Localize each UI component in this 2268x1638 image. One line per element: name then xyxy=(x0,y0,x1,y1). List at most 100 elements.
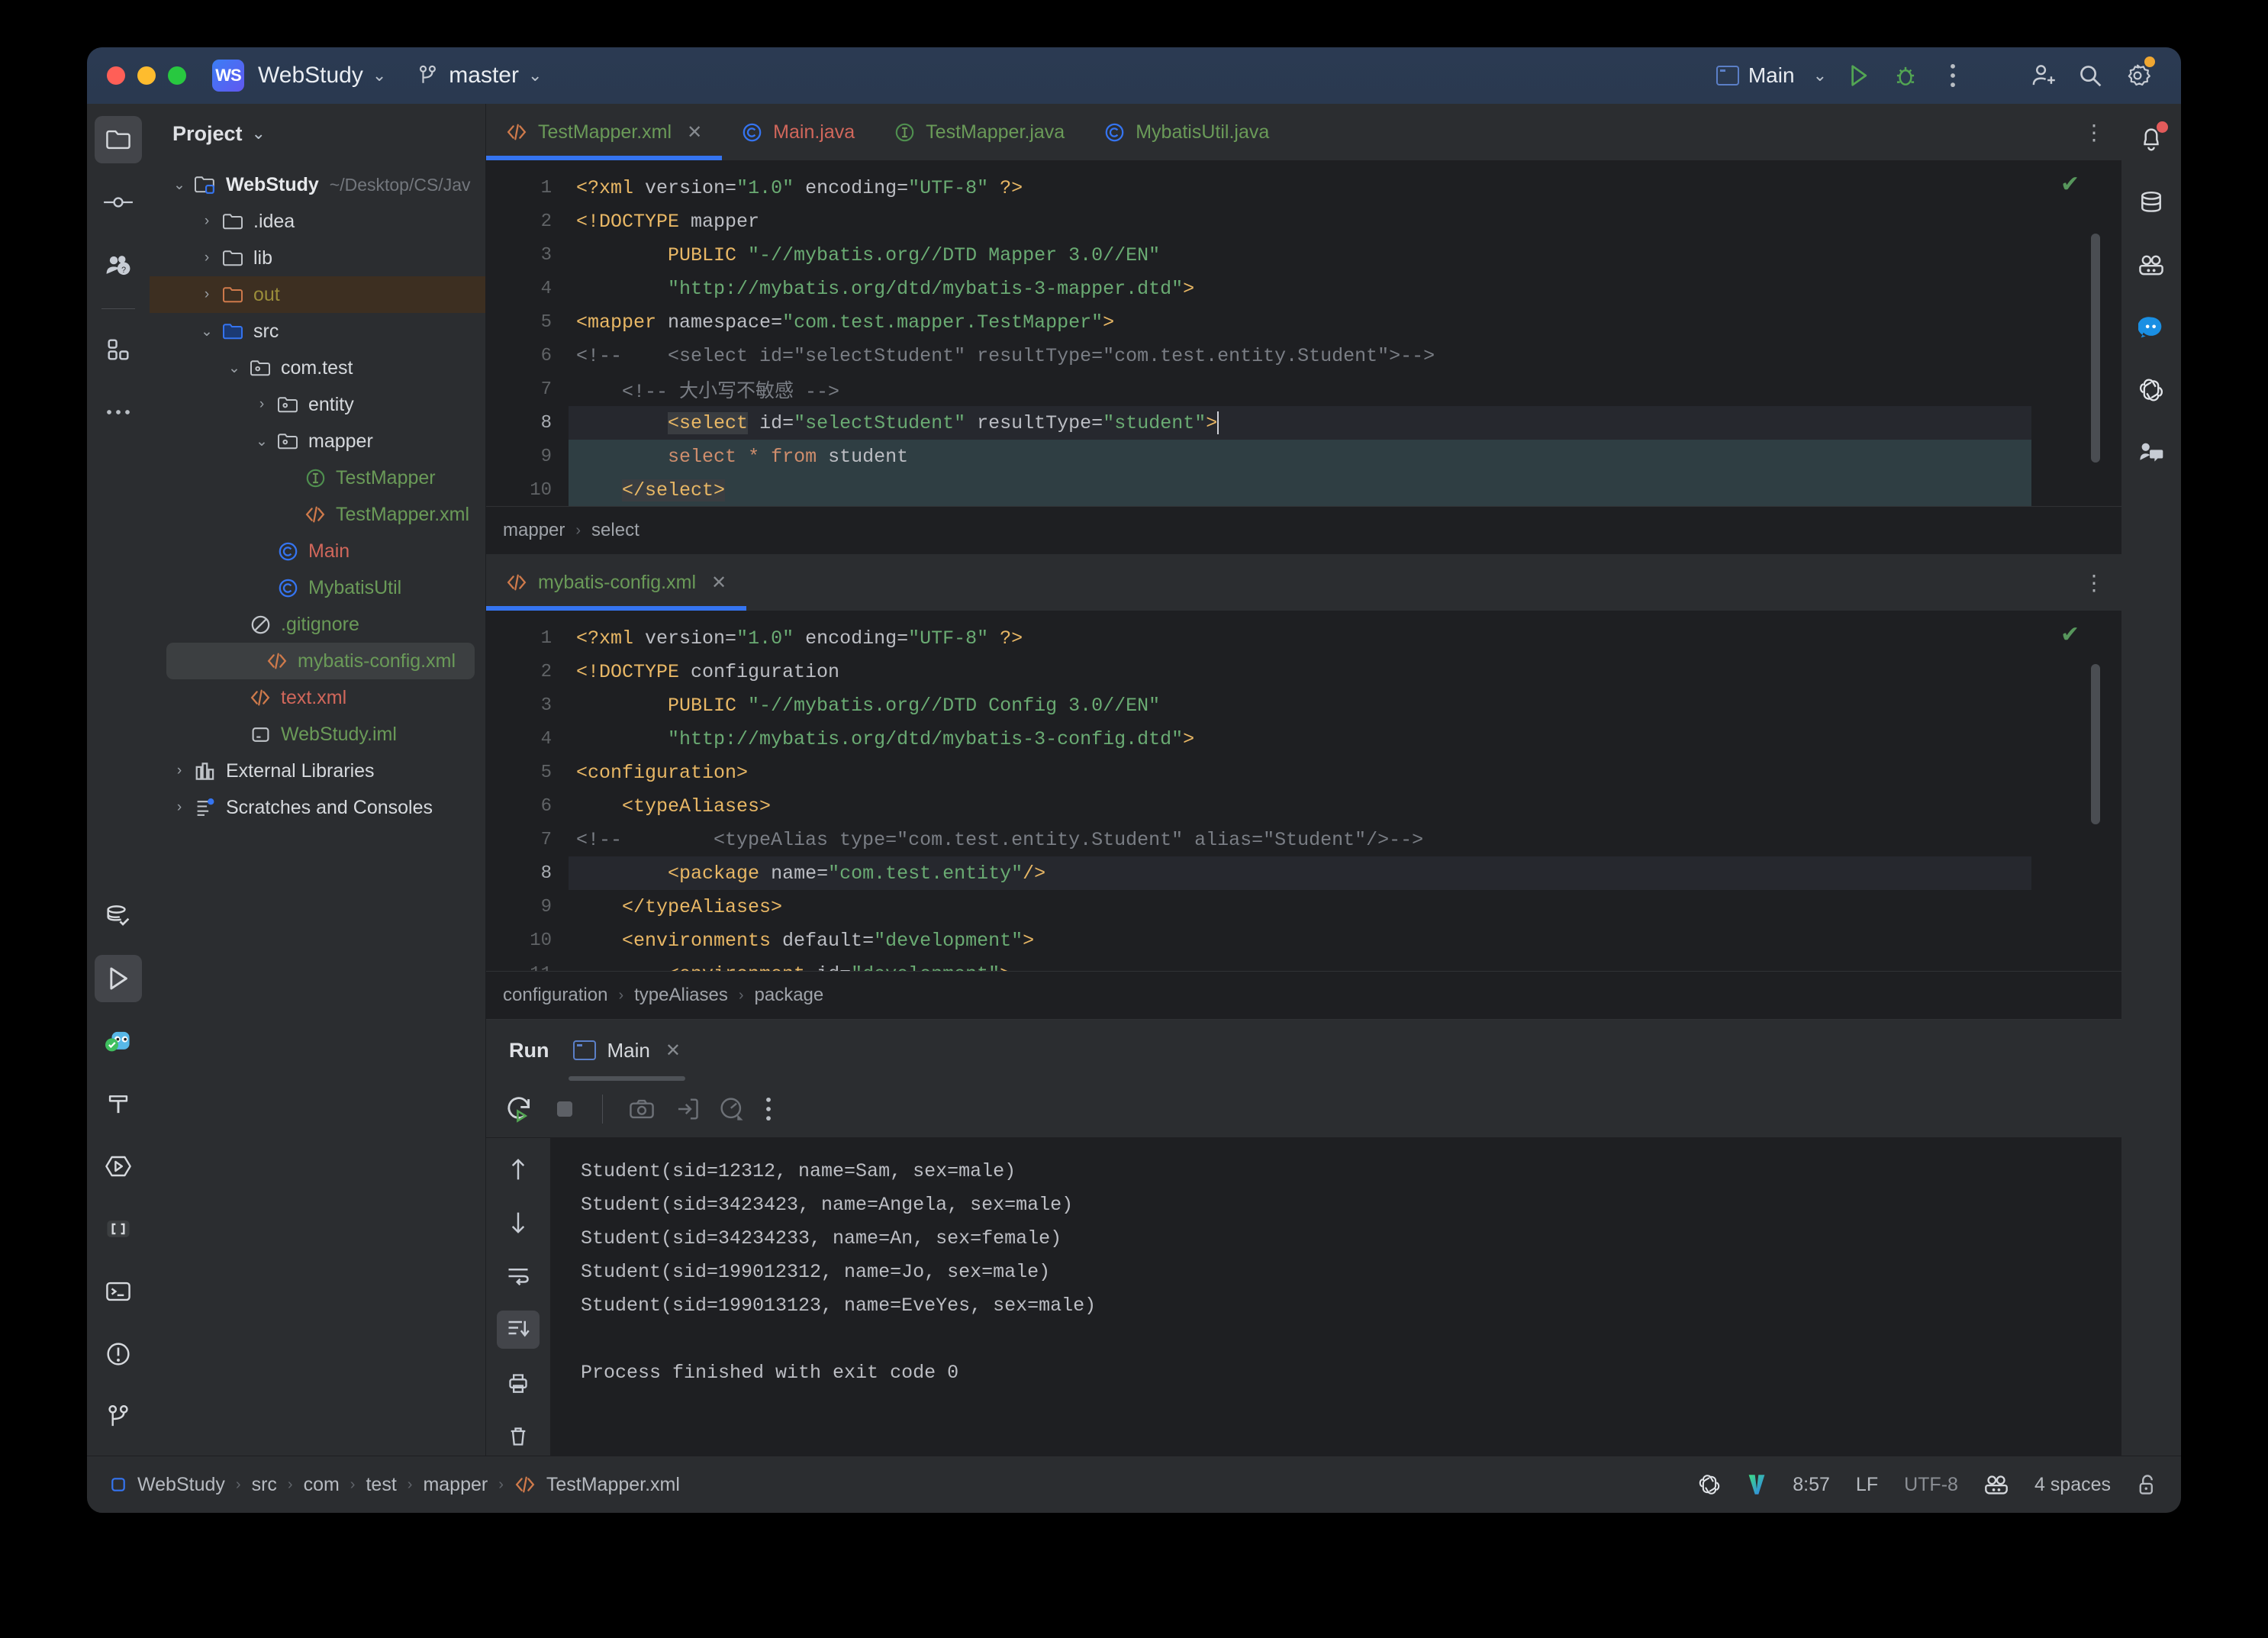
chevron-right-icon[interactable]: › xyxy=(250,396,273,413)
run-button[interactable] xyxy=(1835,52,1882,99)
editor-tab-testmapper-java[interactable]: TestMapper.java xyxy=(875,104,1084,160)
line-number[interactable]: 10 xyxy=(486,924,569,957)
breadcrumb-bottom[interactable]: configuration › typeAliases › package xyxy=(486,971,2121,1019)
file-encoding[interactable]: UTF-8 xyxy=(1904,1474,1958,1496)
line-number[interactable]: 6 xyxy=(486,339,569,372)
sidebar-item-run[interactable] xyxy=(95,955,142,1002)
status-breadcrumb-item[interactable]: test xyxy=(366,1474,396,1496)
run-tab-main[interactable]: Main ✕ xyxy=(569,1020,686,1081)
scroll-to-end-button[interactable] xyxy=(497,1311,540,1349)
search-button[interactable] xyxy=(2067,52,2114,99)
line-number[interactable]: 7 xyxy=(486,823,569,856)
editor-scrollbar-bottom[interactable] xyxy=(2091,664,2100,824)
code-line[interactable]: </select> xyxy=(569,473,2031,506)
code-line[interactable]: <!DOCTYPE configuration xyxy=(569,655,2031,688)
line-number[interactable]: 9 xyxy=(486,440,569,473)
project-panel-header[interactable]: Project ⌄ xyxy=(150,104,485,163)
minimize-window-button[interactable] xyxy=(137,66,156,85)
sidebar-item-notifications[interactable] xyxy=(2128,116,2175,163)
code-line[interactable]: <configuration> xyxy=(569,756,2031,789)
code-line[interactable]: <!-- <typeAlias type="com.test.entity.St… xyxy=(569,823,2031,856)
rerun-button[interactable] xyxy=(506,1095,533,1123)
sidebar-item-project[interactable] xyxy=(95,116,142,163)
export-button[interactable] xyxy=(675,1097,699,1121)
editor-tab-options-button[interactable]: ⋮ xyxy=(2067,554,2121,611)
line-number[interactable]: 10 xyxy=(486,473,569,506)
tree-node-scratches-and-consoles[interactable]: › Scratches and Consoles xyxy=(150,789,485,826)
code-line[interactable]: "http://mybatis.org/dtd/mybatis-3-config… xyxy=(569,722,2031,756)
clear-all-button[interactable] xyxy=(497,1417,540,1456)
sidebar-item-ai-assistant[interactable] xyxy=(2128,429,2175,476)
line-number[interactable]: 1 xyxy=(486,171,569,205)
editor-tab-mybatis-config-xml[interactable]: mybatis-config.xml ✕ xyxy=(486,554,747,611)
soft-wrap-button[interactable] xyxy=(497,1257,540,1295)
print-button[interactable] xyxy=(497,1364,540,1402)
tree-node-webstudy-iml[interactable]: ›WebStudy.iml xyxy=(150,716,485,753)
sidebar-item-database-right[interactable] xyxy=(2128,179,2175,226)
close-icon[interactable]: ✕ xyxy=(687,121,702,143)
tree-node-main[interactable]: ›Main xyxy=(150,533,485,569)
line-number[interactable]: 3 xyxy=(486,688,569,722)
codeium-icon[interactable] xyxy=(1984,1474,2009,1495)
code-lines-top[interactable]: <?xml version = "1.0" encoding = "UTF-8" ?> <… xyxy=(569,160,2031,506)
code-line[interactable]: "http://mybatis.org/dtd/mybatis-3-mapper… xyxy=(569,272,2031,305)
sidebar-item-git[interactable] xyxy=(95,1393,142,1440)
code-line[interactable]: <environment id="development"> xyxy=(569,957,2031,972)
line-number[interactable]: 9 xyxy=(486,890,569,924)
line-number[interactable]: 5 xyxy=(486,305,569,339)
editor-tabs-top[interactable]: TestMapper.xml ✕ Main.java TestMapper.java M… xyxy=(486,104,2121,160)
sidebar-item-terminal[interactable] xyxy=(95,1268,142,1315)
line-number[interactable]: 5 xyxy=(486,756,569,789)
code-line[interactable]: PUBLIC "-//mybatis.org//DTD Mapper 3.0//… xyxy=(569,238,2031,272)
breadcrumb-item[interactable]: package xyxy=(755,985,824,1006)
breadcrumb-item[interactable]: typeAliases xyxy=(634,985,728,1006)
editor-scrollbar-top[interactable] xyxy=(2091,234,2100,463)
code-line[interactable]: <environments default = "development" > xyxy=(569,924,2031,957)
line-number[interactable]: 8 xyxy=(486,856,569,890)
code-line[interactable]: select * from student xyxy=(569,440,2031,473)
sidebar-item-openai[interactable] xyxy=(2128,366,2175,414)
line-number[interactable]: 4 xyxy=(486,272,569,305)
tree-node-src[interactable]: ⌄ src xyxy=(150,313,485,350)
line-number[interactable]: 2 xyxy=(486,655,569,688)
code-area-top[interactable]: 1234567891011 <?xml version="1.0" encodi… xyxy=(486,160,2121,506)
breadcrumb-item[interactable]: select xyxy=(591,520,639,541)
chevron-down-icon[interactable]: ⌄ xyxy=(250,433,273,450)
profiler-button[interactable] xyxy=(719,1097,745,1121)
breadcrumb-item[interactable]: mapper xyxy=(503,520,565,541)
tree-node-mybatis-config-xml[interactable]: ›mybatis-config.xml xyxy=(166,643,475,679)
openai-icon[interactable] xyxy=(1698,1473,1721,1496)
inspection-widget-bottom[interactable]: ✔ xyxy=(2031,611,2121,971)
editor-tab-main-java[interactable]: Main.java xyxy=(722,104,875,160)
breadcrumb-top[interactable]: mapper › select xyxy=(486,506,2121,554)
close-window-button[interactable] xyxy=(107,66,125,85)
sidebar-item-codeium[interactable] xyxy=(2128,241,2175,289)
line-number-gutter-bottom[interactable]: 123456789101112 xyxy=(486,611,569,971)
tree-node-com-test[interactable]: ⌄ com.test xyxy=(150,350,485,386)
vercel-v-icon[interactable] xyxy=(1747,1473,1767,1496)
line-number[interactable]: 6 xyxy=(486,789,569,823)
line-number[interactable]: 3 xyxy=(486,238,569,272)
code-line[interactable]: <!-- 大小写不敏感 --> xyxy=(569,372,2031,406)
tree-node-lib[interactable]: › lib xyxy=(150,240,485,276)
line-number[interactable]: 7 xyxy=(486,372,569,406)
sidebar-item-problems[interactable] xyxy=(95,1330,142,1378)
sidebar-item-services[interactable] xyxy=(95,1143,142,1190)
sidebar-item-structure[interactable] xyxy=(95,326,142,373)
code-line[interactable]: <typeAliases> xyxy=(569,789,2031,823)
line-number[interactable]: 8 xyxy=(486,406,604,440)
code-area-bottom[interactable]: 123456789101112 <?xml version="1.0" enco… xyxy=(486,611,2121,971)
scroll-down-button[interactable] xyxy=(497,1204,540,1242)
chevron-right-icon[interactable]: › xyxy=(195,250,218,266)
code-line[interactable]: <?xml version = "1.0" encoding = "UTF-8" ?> xyxy=(569,171,2031,205)
code-line[interactable]: <package name = "com.test.entity"/> xyxy=(569,856,2031,890)
console-output[interactable]: Student(sid=12312, name=Sam, sex=male) St… xyxy=(550,1138,2121,1456)
code-line[interactable]: <!DOCTYPE mapper xyxy=(569,205,2031,238)
code-lines-bottom[interactable]: <?xml version = "1.0" encoding = "UTF-8" ?> <… xyxy=(569,611,2031,971)
chevron-down-icon[interactable]: ⌄ xyxy=(372,66,386,85)
branch-selector[interactable]: master ⌄ xyxy=(418,63,542,89)
sidebar-item-build[interactable] xyxy=(95,1080,142,1127)
status-breadcrumb-item[interactable]: com xyxy=(304,1474,340,1496)
project-name-label[interactable]: WebStudy xyxy=(258,63,363,89)
screenshot-button[interactable] xyxy=(629,1098,655,1120)
